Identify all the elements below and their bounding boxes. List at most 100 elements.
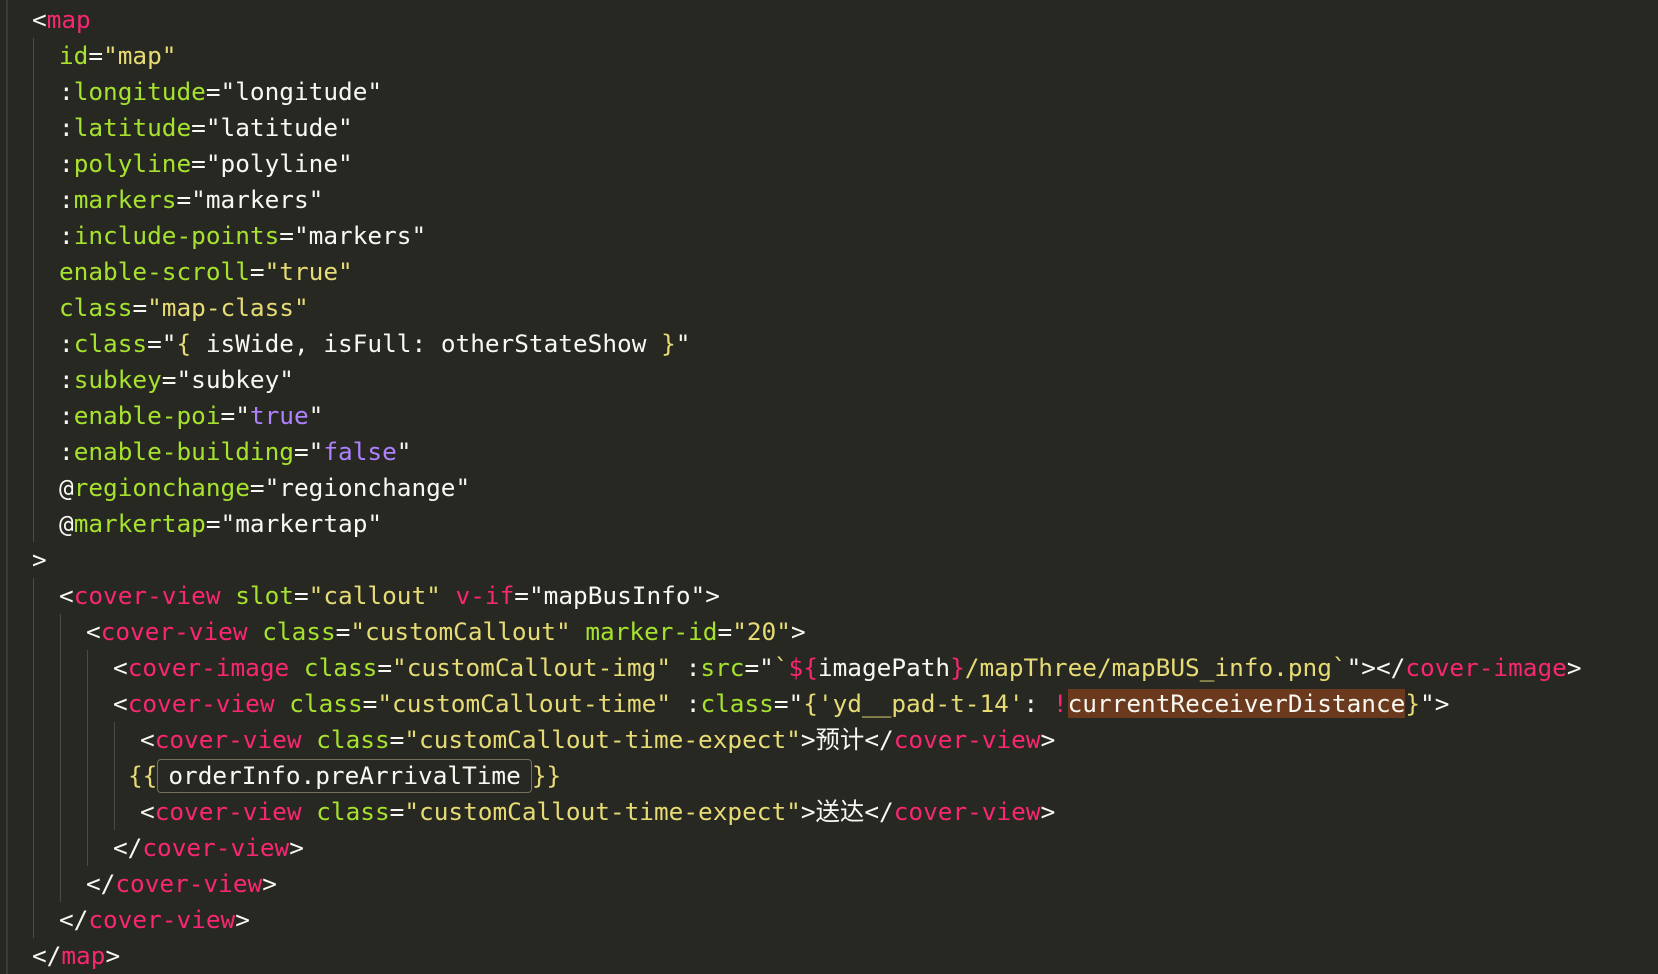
code-line[interactable]: <cover-view class="customCallout-time-ex…	[0, 722, 1582, 758]
indent-guide	[60, 830, 61, 866]
code-token: <	[32, 5, 47, 34]
code-token: src	[700, 653, 745, 682]
code-token: !	[1052, 689, 1068, 718]
indent-guide	[33, 506, 34, 542]
code-token: ">	[1420, 689, 1450, 718]
code-line[interactable]: </map>	[0, 938, 1582, 974]
code-token: {	[176, 329, 192, 358]
code-token: }	[1405, 689, 1421, 718]
code-token: ="	[773, 689, 804, 718]
code-token: >	[790, 617, 806, 646]
code-token: "map-class"	[147, 293, 309, 322]
code-token: cover-image	[1405, 653, 1567, 682]
indent-guide	[33, 398, 34, 434]
code-line[interactable]: <map	[0, 2, 1582, 38]
code-editor[interactable]: <map id="map":longitude="longitude":latit…	[0, 0, 1658, 974]
code-line[interactable]: :markers="markers"	[0, 182, 1582, 218]
code-line[interactable]: :enable-poi="true"	[0, 398, 1582, 434]
code-token: "	[396, 437, 412, 466]
code-line[interactable]: :subkey="subkey"	[0, 362, 1582, 398]
code-token: =	[389, 725, 405, 754]
code-token: cover-view	[154, 797, 302, 826]
code-token: </	[864, 797, 894, 826]
indent-guide	[87, 794, 88, 830]
code-token: "callout"	[308, 581, 441, 610]
indent-guide	[60, 794, 61, 830]
code-token: mapBusInfo	[543, 581, 691, 610]
code-token: "	[455, 473, 471, 502]
code-token: >	[800, 797, 816, 826]
code-line[interactable]: </cover-view>	[0, 830, 1582, 866]
code-token: {{	[128, 761, 158, 790]
code-token: latitude	[73, 113, 192, 142]
code-token: =	[377, 653, 393, 682]
code-line[interactable]: >	[0, 542, 1582, 578]
code-line[interactable]: :include-points="markers"	[0, 218, 1582, 254]
indent-guide	[33, 902, 34, 938]
code-token: markers	[73, 185, 177, 214]
code-token: false	[323, 437, 397, 466]
code-token: isWide, isFull: otherStateShow	[191, 329, 662, 358]
code-line[interactable]: :latitude="latitude"	[0, 110, 1582, 146]
code-token: "	[675, 329, 691, 358]
code-token: @	[59, 473, 74, 502]
code-token: "customCallout-time-expect"	[404, 725, 801, 754]
code-token: enable-poi	[73, 401, 221, 430]
code-line[interactable]: </cover-view>	[0, 866, 1582, 902]
code-token: "	[367, 77, 383, 106]
code-token: 'yd__pad-t-14'	[817, 689, 1024, 718]
code-token: =	[389, 797, 405, 826]
code-token: "	[411, 221, 427, 250]
code-line[interactable]: :class="{ isWide, isFull: otherStateShow…	[0, 326, 1582, 362]
code-token: }	[661, 329, 676, 358]
code-line[interactable]: @regionchange="regionchange"	[0, 470, 1582, 506]
indent-guide	[33, 830, 34, 866]
indent-guide	[33, 614, 34, 650]
code-line[interactable]: <cover-view class="customCallout" marker…	[0, 614, 1582, 650]
code-area[interactable]: <map id="map":longitude="longitude":latit…	[0, 2, 1582, 974]
code-token: "map"	[103, 41, 177, 70]
indent-guide	[33, 686, 34, 722]
code-token: >	[800, 725, 816, 754]
code-token: </	[59, 905, 89, 934]
code-token: ="	[147, 329, 177, 358]
code-line[interactable]: {{orderInfo.preArrivalTime}}	[0, 758, 1582, 794]
code-token: latitude	[220, 113, 339, 142]
code-token: :	[59, 221, 74, 250]
code-token: <	[140, 725, 155, 754]
indent-guide	[33, 38, 34, 74]
code-token: cover-view	[100, 617, 248, 646]
code-token: "></	[1346, 653, 1406, 682]
code-line[interactable]: :polyline="polyline"	[0, 146, 1582, 182]
code-token: "customCallout-time"	[377, 689, 672, 718]
code-token: markers	[308, 221, 412, 250]
search-match-highlight: currentReceiverDistance	[1067, 689, 1406, 718]
code-line[interactable]: :longitude="longitude"	[0, 74, 1582, 110]
code-token: class	[303, 653, 378, 682]
code-line[interactable]: <cover-image class="customCallout-img" :…	[0, 650, 1582, 686]
code-token: polyline	[220, 149, 339, 178]
code-line[interactable]: @markertap="markertap"	[0, 506, 1582, 542]
code-line[interactable]: :enable-building="false"	[0, 434, 1582, 470]
indent-guide	[33, 470, 34, 506]
code-token: :	[59, 437, 74, 466]
code-token: enable-building	[73, 437, 294, 466]
indent-guide	[33, 650, 34, 686]
code-line[interactable]: <cover-view slot="callout" v-if="mapBusI…	[0, 578, 1582, 614]
code-token: =	[362, 689, 378, 718]
indent-guide	[33, 254, 34, 290]
code-token: cover-view	[893, 725, 1041, 754]
code-line[interactable]: class="map-class"	[0, 290, 1582, 326]
code-token: :	[59, 185, 74, 214]
code-line[interactable]: <cover-view class="customCallout-time" :…	[0, 686, 1582, 722]
code-token: regionchange	[279, 473, 456, 502]
code-line[interactable]: </cover-view>	[0, 902, 1582, 938]
code-line[interactable]: enable-scroll="true"	[0, 254, 1582, 290]
code-token: :	[59, 329, 74, 358]
code-line[interactable]: <cover-view class="customCallout-time-ex…	[0, 794, 1582, 830]
code-line[interactable]: id="map"	[0, 38, 1582, 74]
